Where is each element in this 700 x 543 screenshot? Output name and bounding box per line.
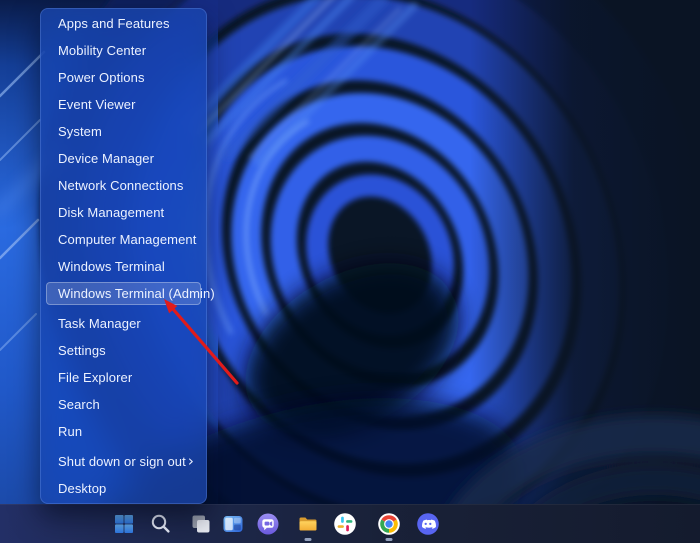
- menu-item-label: Desktop: [58, 481, 107, 496]
- menu-item-settings[interactable]: Settings: [41, 337, 206, 364]
- menu-item-mobility-center[interactable]: Mobility Center: [41, 37, 206, 64]
- menu-item-network-connections[interactable]: Network Connections: [41, 172, 206, 199]
- menu-item-label: Windows Terminal (Admin): [58, 286, 215, 301]
- menu-item-system[interactable]: System: [41, 118, 206, 145]
- menu-item-windows-terminal-admin[interactable]: Windows Terminal (Admin): [41, 280, 215, 307]
- menu-item-label: Power Options: [58, 70, 145, 85]
- submenu-chevron-icon: ›: [187, 452, 194, 470]
- menu-item-windows-terminal[interactable]: Windows Terminal: [41, 253, 206, 280]
- menu-item-label: Event Viewer: [58, 97, 136, 112]
- menu-item-run[interactable]: Run: [41, 418, 206, 445]
- start-button[interactable]: [112, 512, 136, 536]
- file-explorer-icon[interactable]: [296, 512, 320, 541]
- menu-item-power-options[interactable]: Power Options: [41, 64, 206, 91]
- winx-context-menu: Apps and Features Mobility Center Power …: [40, 8, 215, 504]
- menu-item-label: Settings: [58, 343, 106, 358]
- chat-icon[interactable]: [256, 512, 280, 536]
- menu-item-disk-management[interactable]: Disk Management: [41, 199, 206, 226]
- discord-icon[interactable]: [416, 512, 440, 536]
- menu-item-label: Network Connections: [58, 178, 184, 193]
- menu-item-label: System: [58, 124, 102, 139]
- menu-item-computer-management[interactable]: Computer Management: [41, 226, 206, 253]
- menu-item-apps-and-features[interactable]: Apps and Features: [41, 10, 206, 37]
- running-indicator: [385, 538, 393, 541]
- menu-item-search[interactable]: Search: [41, 391, 206, 418]
- menu-item-label: Disk Management: [58, 205, 165, 220]
- chrome-icon[interactable]: [377, 512, 401, 541]
- menu-item-label: Mobility Center: [58, 43, 147, 58]
- menu-item-label: File Explorer: [58, 370, 133, 385]
- menu-item-label: Computer Management: [58, 232, 197, 247]
- menu-item-label: Search: [58, 397, 100, 412]
- menu-item-label: Windows Terminal: [58, 259, 165, 274]
- taskbar: [0, 504, 700, 543]
- task-view-icon[interactable]: [189, 512, 213, 536]
- menu-item-task-manager[interactable]: Task Manager: [41, 310, 206, 337]
- menu-item-label: Device Manager: [58, 151, 155, 166]
- widgets-icon[interactable]: [221, 512, 245, 536]
- menu-item-label: Task Manager: [58, 316, 141, 331]
- menu-item-label: Run: [58, 424, 83, 439]
- slack-icon[interactable]: [333, 512, 357, 536]
- running-indicator: [304, 538, 312, 541]
- menu-item-shut-down-or-sign-out[interactable]: Shut down or sign out ›: [41, 448, 206, 475]
- menu-item-desktop[interactable]: Desktop: [41, 475, 206, 502]
- search-icon[interactable]: [149, 512, 173, 536]
- menu-item-label: Shut down or sign out: [58, 454, 186, 469]
- menu-item-event-viewer[interactable]: Event Viewer: [41, 91, 206, 118]
- menu-item-label: Apps and Features: [58, 16, 170, 31]
- menu-item-device-manager[interactable]: Device Manager: [41, 145, 206, 172]
- menu-item-file-explorer[interactable]: File Explorer: [41, 364, 206, 391]
